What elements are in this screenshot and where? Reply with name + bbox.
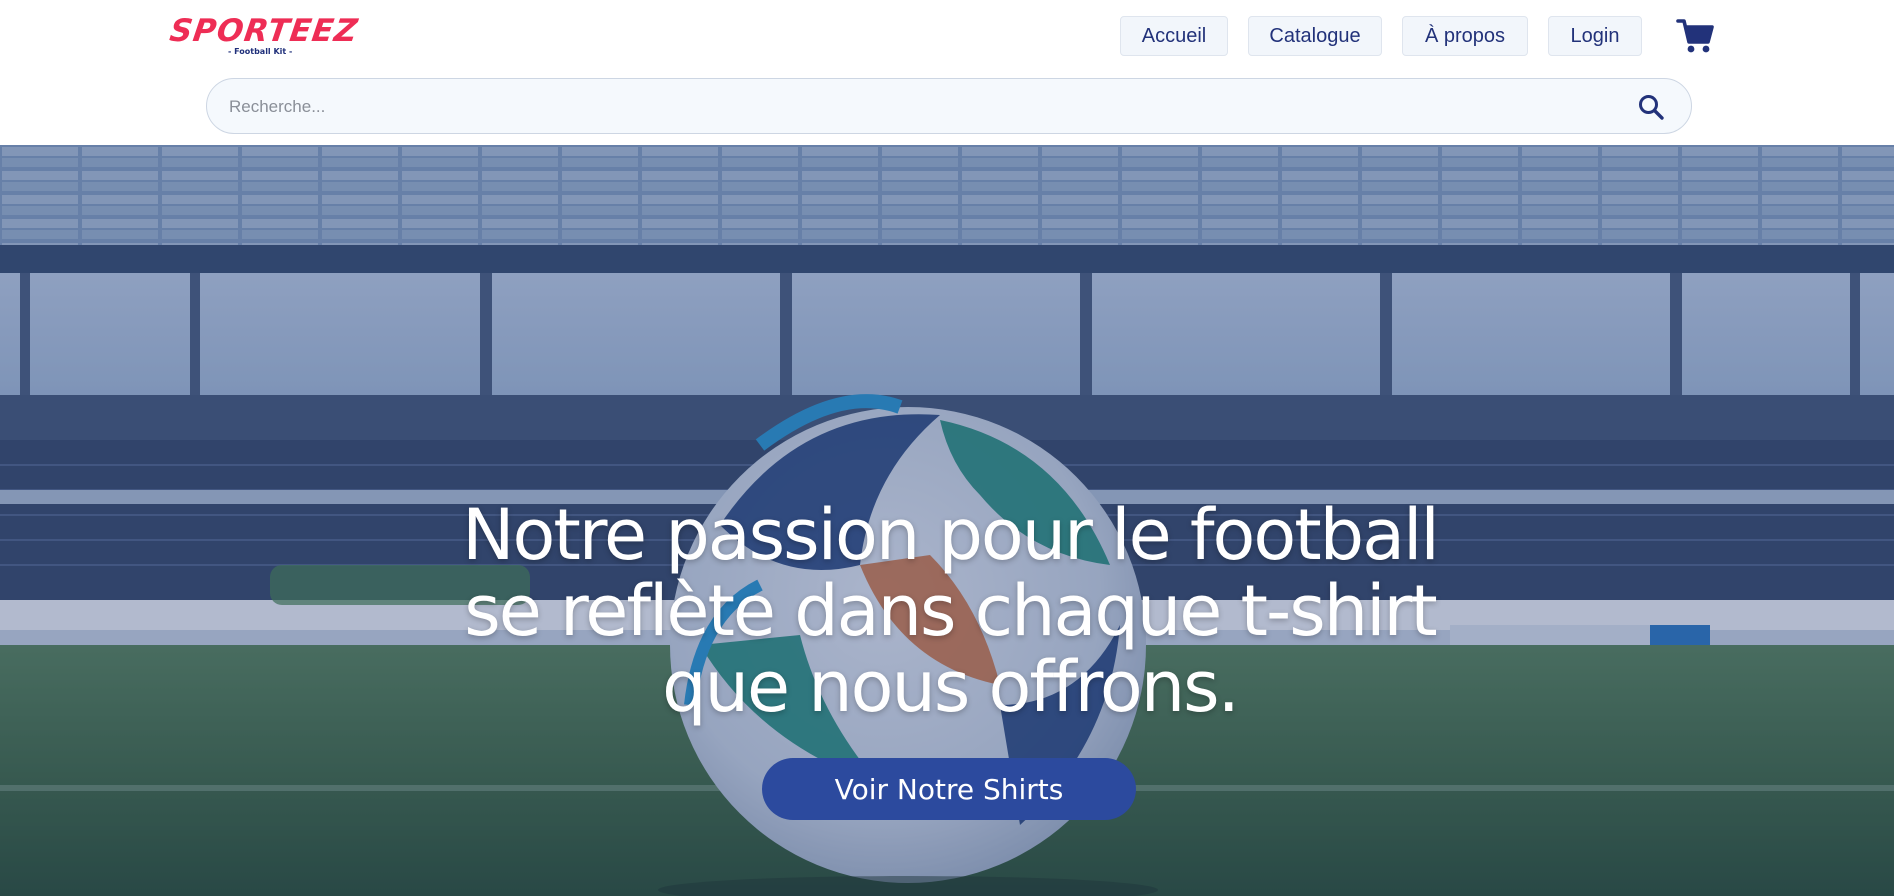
hero-title: Notre passion pour le football se reflèt… [462,494,1440,728]
nav-a-propos[interactable]: À propos [1402,16,1528,56]
site-header: SPORTEEZ - Football Kit - Accueil Catalo… [0,0,1894,145]
search-bar [206,78,1692,135]
search-button[interactable] [1637,93,1665,121]
nav-accueil[interactable]: Accueil [1120,16,1228,56]
cart-button[interactable] [1676,18,1716,54]
main-nav: Accueil Catalogue À propos Login [1120,16,1642,56]
brand-name: SPORTEEZ [167,13,361,49]
nav-catalogue[interactable]: Catalogue [1248,16,1382,56]
search-icon [1639,95,1664,120]
cart-icon [1676,19,1714,53]
hero-section: Notre passion pour le football se reflèt… [0,145,1894,896]
shop-shirts-button[interactable]: Voir Notre Shirts [762,758,1136,820]
nav-login[interactable]: Login [1548,16,1642,56]
brand-tagline: - Football Kit - [228,47,293,56]
brand-logo[interactable]: SPORTEEZ - Football Kit - [167,13,361,60]
search-input[interactable] [227,79,1611,135]
